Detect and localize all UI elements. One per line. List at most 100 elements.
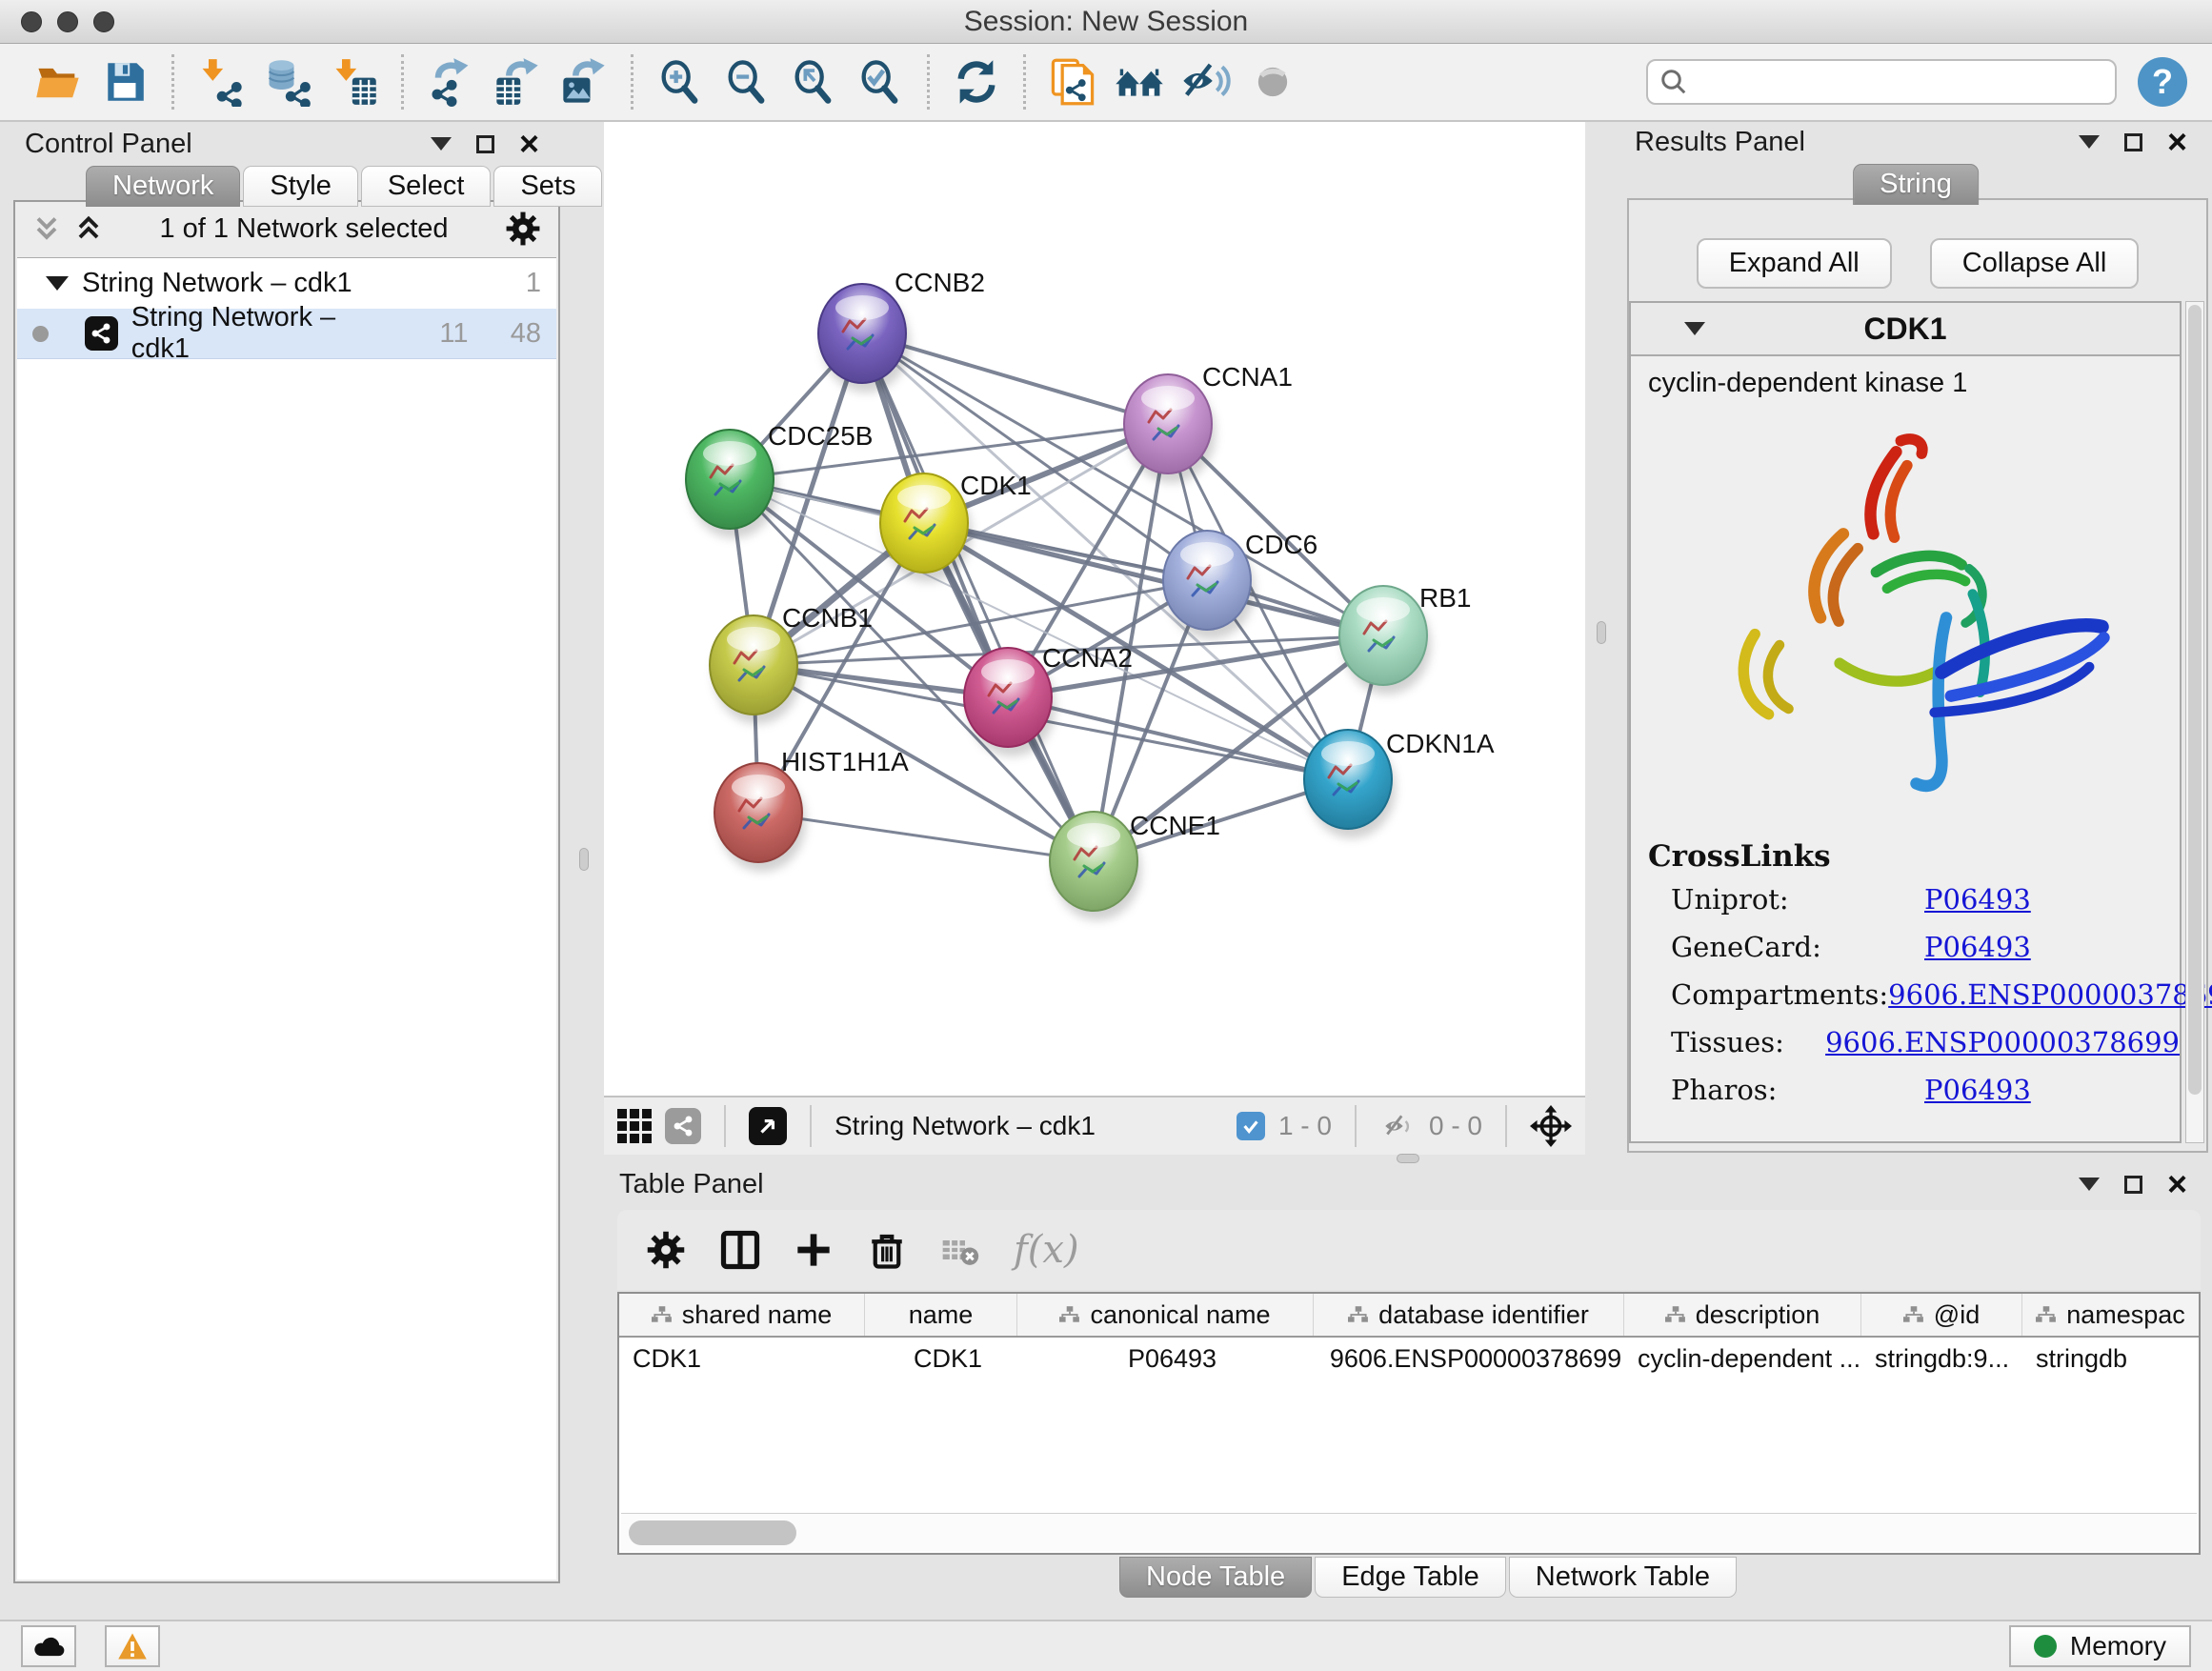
save-session-icon[interactable] <box>97 54 152 110</box>
pan-crosshair-icon[interactable] <box>1530 1105 1572 1147</box>
zoom-fit-icon[interactable] <box>786 54 841 110</box>
float-panel-icon[interactable] <box>2124 133 2142 151</box>
column-header-canonical-name[interactable]: canonical name <box>1017 1294 1314 1336</box>
network-row-selected[interactable]: String Network – cdk1 11 48 <box>17 309 556 359</box>
panel-menu-icon[interactable] <box>2079 135 2100 149</box>
collapse-all-button[interactable]: Collapse All <box>1930 238 2140 289</box>
tab-node-table[interactable]: Node Table <box>1119 1557 1312 1598</box>
network-node-RB1[interactable]: RB1 <box>1339 583 1471 695</box>
zoom-out-icon[interactable] <box>719 54 774 110</box>
close-panel-icon[interactable]: × <box>2167 132 2187 151</box>
cell-shared-name[interactable]: CDK1 <box>619 1338 865 1379</box>
bottom-splitter-grip[interactable] <box>1397 1154 1419 1163</box>
float-panel-icon[interactable] <box>476 135 494 153</box>
float-panel-icon[interactable] <box>2124 1176 2142 1194</box>
tab-style[interactable]: Style <box>243 166 357 207</box>
genecard-link[interactable]: P06493 <box>1924 931 2031 963</box>
network-node-CCNE1[interactable]: CCNE1 <box>1050 811 1220 920</box>
tab-network[interactable]: Network <box>86 166 240 207</box>
column-header-database-identifier[interactable]: database identifier <box>1314 1294 1624 1336</box>
eye-disabled-icon[interactable] <box>1245 54 1300 110</box>
network-node-HIST1H1A[interactable]: HIST1H1A <box>714 747 909 872</box>
zoom-window-button[interactable] <box>93 11 114 32</box>
tab-edge-table[interactable]: Edge Table <box>1315 1557 1506 1598</box>
node-details-header[interactable]: CDK1 <box>1631 303 2180 354</box>
export-network-icon[interactable] <box>423 54 478 110</box>
birdseye-view-icon[interactable] <box>749 1107 787 1145</box>
selected-checkbox-icon[interactable] <box>1237 1112 1265 1140</box>
network-node-CCNA2[interactable]: CCNA2 <box>964 643 1133 756</box>
collapse-all-chevron-icon[interactable] <box>32 214 61 243</box>
network-node-CCNB2[interactable]: CCNB2 <box>818 268 985 393</box>
tab-network-table[interactable]: Network Table <box>1509 1557 1737 1598</box>
panel-menu-icon[interactable] <box>431 137 452 151</box>
cloud-icon <box>31 1634 66 1659</box>
network-node-CDKN1A[interactable]: CDKN1A <box>1304 729 1495 838</box>
table-horizontal-scrollbar[interactable] <box>621 1513 2197 1551</box>
table-settings-gear-icon[interactable] <box>646 1230 686 1270</box>
export-table-icon[interactable] <box>490 54 545 110</box>
results-scrollbar-thumb[interactable] <box>2188 305 2202 1095</box>
tree-expander-icon[interactable] <box>46 276 69 291</box>
column-header-description[interactable]: description <box>1624 1294 1861 1336</box>
tab-select[interactable]: Select <box>361 166 492 207</box>
cloud-status-button[interactable] <box>21 1625 76 1667</box>
table-row[interactable]: CDK1 CDK1 P06493 9606.ENSP00000378699 cy… <box>619 1338 2199 1379</box>
cell-name[interactable]: CDK1 <box>865 1338 1017 1379</box>
open-session-icon[interactable] <box>30 54 86 110</box>
column-header-shared-name[interactable]: shared name <box>619 1294 865 1336</box>
warning-status-button[interactable] <box>105 1625 160 1667</box>
refresh-icon[interactable] <box>949 54 1004 110</box>
show-columns-icon[interactable] <box>720 1230 760 1270</box>
compartments-link[interactable]: 9606.ENSP00000378699 <box>1888 978 2212 1011</box>
search-box[interactable] <box>1646 59 2117 105</box>
help-button[interactable]: ? <box>2138 57 2187 107</box>
cell-namespace[interactable]: stringdb <box>2022 1338 2199 1379</box>
panel-menu-icon[interactable] <box>2079 1178 2100 1191</box>
close-panel-icon[interactable]: × <box>519 134 539 153</box>
zoom-selected-icon[interactable] <box>853 54 908 110</box>
uniprot-link[interactable]: P06493 <box>1924 883 2031 916</box>
add-column-icon[interactable] <box>794 1231 833 1269</box>
bundled-apps-houses-icon[interactable] <box>1112 54 1167 110</box>
cell-database-identifier[interactable]: 9606.ENSP00000378699 <box>1314 1338 1624 1379</box>
share-view-icon[interactable] <box>665 1108 701 1144</box>
column-header-namespace[interactable]: namespac <box>2022 1294 2199 1336</box>
network-node-CDC25B[interactable]: CDC25B <box>686 421 873 538</box>
minimize-window-button[interactable] <box>57 11 78 32</box>
zoom-in-icon[interactable] <box>653 54 708 110</box>
right-splitter-grip[interactable] <box>1597 621 1606 644</box>
memory-button[interactable]: Memory <box>2009 1625 2191 1667</box>
tissues-link[interactable]: 9606.ENSP00000378699 <box>1825 1026 2180 1058</box>
cell-canonical-name[interactable]: P06493 <box>1017 1338 1314 1379</box>
network-node-CCNB1[interactable]: CCNB1 <box>710 603 873 724</box>
string-copy-network-icon[interactable] <box>1045 54 1100 110</box>
grid-view-icon[interactable] <box>617 1109 652 1143</box>
tab-string[interactable]: String <box>1853 164 1979 205</box>
expand-all-button[interactable]: Expand All <box>1697 238 1892 289</box>
import-network-icon[interactable] <box>193 54 249 110</box>
cell-description[interactable]: cyclin-dependent ... <box>1624 1338 1861 1379</box>
hide-unhide-icon[interactable] <box>1178 54 1234 110</box>
column-header-id[interactable]: @id <box>1861 1294 2022 1336</box>
close-window-button[interactable] <box>21 11 42 32</box>
column-header-name[interactable]: name <box>865 1294 1017 1336</box>
import-database-icon[interactable] <box>260 54 315 110</box>
search-input[interactable] <box>1688 68 2103 97</box>
network-canvas[interactable]: CCNB2CCNA1CDC25BCDK1CDC6RB1CCNB1CCNA2CDK… <box>604 122 1585 1096</box>
close-panel-icon[interactable]: × <box>2167 1175 2187 1194</box>
table-scrollbar-thumb[interactable] <box>629 1520 796 1545</box>
import-table-icon[interactable] <box>327 54 382 110</box>
cell-id[interactable]: stringdb:9... <box>1861 1338 2022 1379</box>
export-image-icon[interactable] <box>556 54 612 110</box>
collapse-entry-icon[interactable] <box>1684 322 1705 335</box>
tab-sets[interactable]: Sets <box>493 166 602 207</box>
results-scrollbar[interactable] <box>2185 301 2204 1143</box>
footer-separator <box>810 1105 812 1147</box>
gear-icon[interactable] <box>505 211 541 247</box>
expand-all-chevron-icon[interactable] <box>74 214 103 243</box>
delete-column-icon[interactable] <box>867 1230 907 1270</box>
left-splitter-grip[interactable] <box>579 848 589 871</box>
pharos-link[interactable]: P06493 <box>1924 1074 2031 1106</box>
network-node-CDK1[interactable]: CDK1 <box>880 471 1032 582</box>
